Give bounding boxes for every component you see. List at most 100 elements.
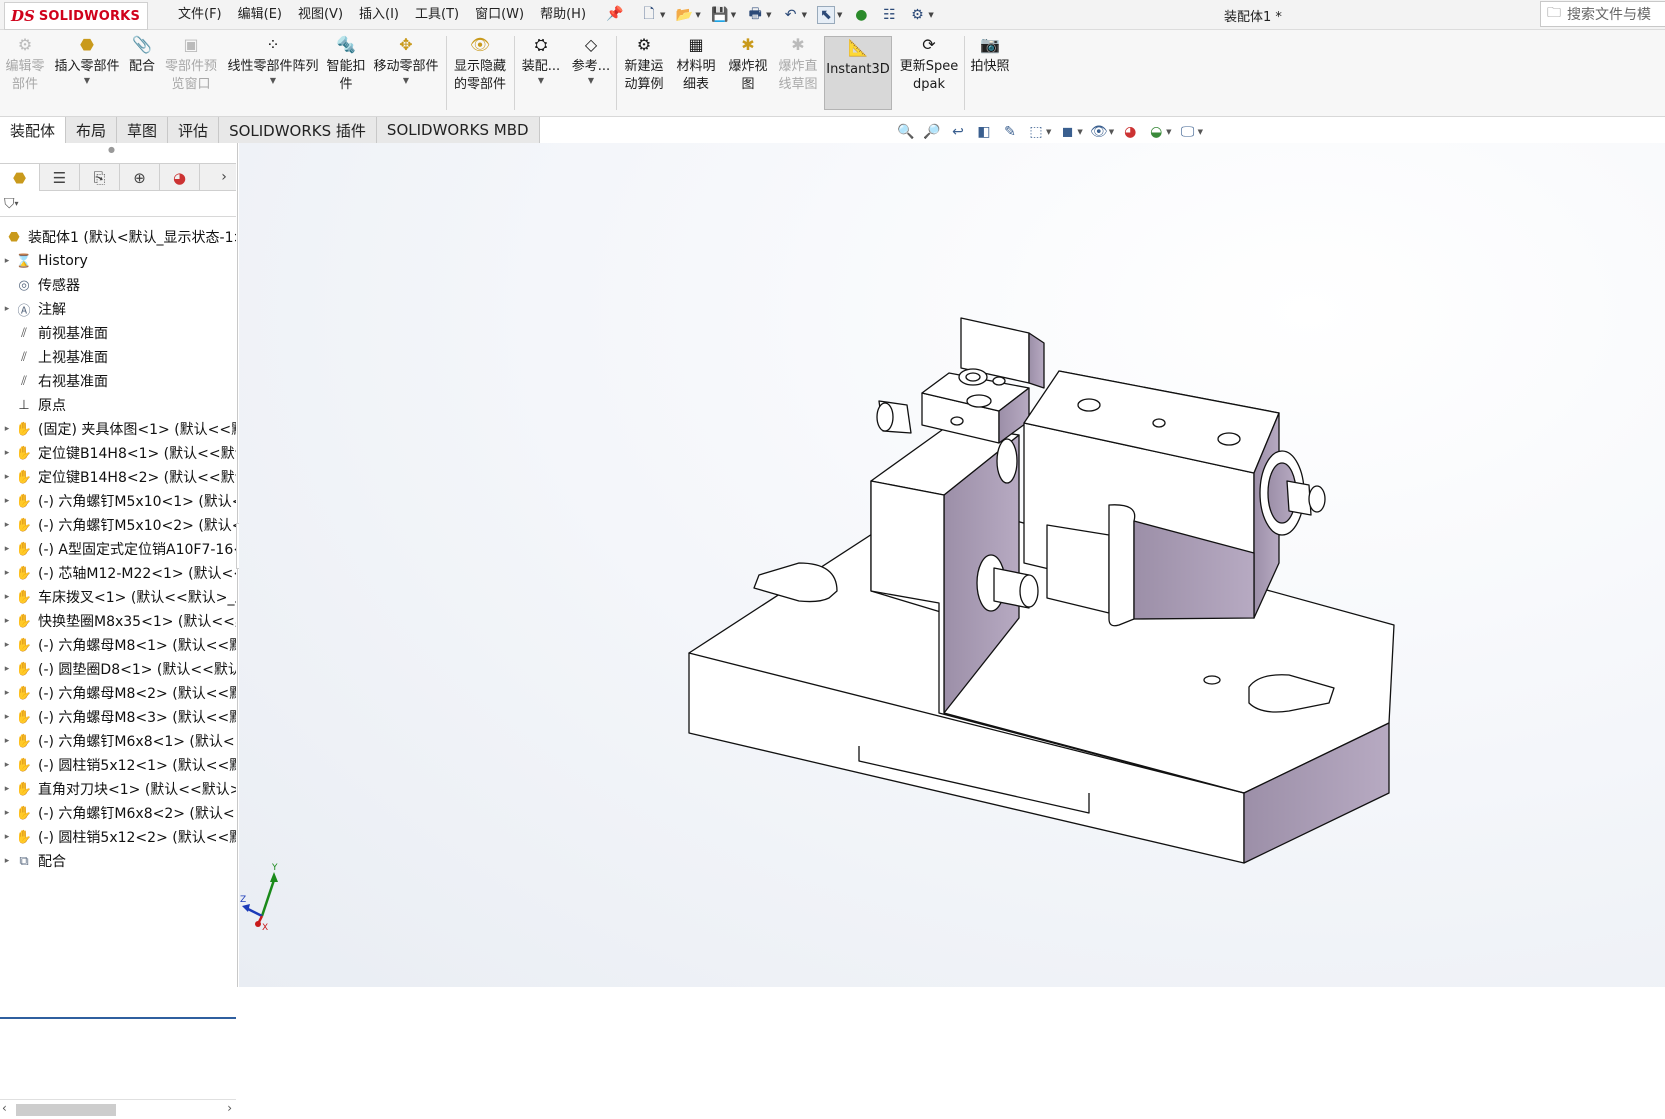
tree-item[interactable]: ▸✋ (-) 六角螺钉M6x8<1> (默认<<默认>_显示状态 1>)	[0, 729, 236, 753]
tree-filter[interactable]: ⛉ ▾	[0, 191, 236, 217]
tree-item[interactable]: ▸✋ (-) 圆柱销5x12<1> (默认<<默认>_显示状态 1>)	[0, 753, 236, 777]
print-icon[interactable]: 🖶	[746, 6, 764, 24]
dimxpert-tab-icon[interactable]: ⊕	[120, 164, 160, 191]
snapshot-button[interactable]: 📷 拍快照	[968, 34, 1012, 112]
expand-arrow-icon[interactable]: ▸	[0, 784, 14, 794]
linear-pattern-button[interactable]: ⁘ 线性零部件阵列 ▼	[224, 34, 322, 112]
tree-item[interactable]: ▸✋ 定位键B14H8<2> (默认<<默认>_显示状态 1>)	[0, 465, 236, 489]
tab-assembly[interactable]: 装配体	[0, 117, 67, 143]
tab-addins[interactable]: SOLIDWORKS 插件	[219, 117, 377, 143]
tree-item[interactable]: ▸✋ 直角对刀块<1> (默认<<默认>_显示状态 1>)	[0, 777, 236, 801]
smart-fastener-button[interactable]: 🔩 智能扣件	[326, 34, 366, 112]
tree-item[interactable]: ▸✋ 快换垫圈M8x35<1> (默认<<默认>_显示状态 1>)	[0, 609, 236, 633]
exploded-view-button[interactable]: ✱ 爆炸视图	[724, 34, 772, 112]
chevron-down-icon[interactable]: ▼	[1166, 128, 1171, 136]
select-icon[interactable]: ⬉	[816, 6, 835, 24]
scroll-left-icon[interactable]: ‹	[2, 1101, 7, 1115]
preview-window-button[interactable]: ▣ 零部件预览窗口	[162, 34, 220, 112]
tree-item[interactable]: ▸✋ 定位键B14H8<1> (默认<<默认>_显示状态 1>)	[0, 441, 236, 465]
tree-item[interactable]: ▸✋ (-) 六角螺母M8<2> (默认<<默认>_显示状态 1>)	[0, 681, 236, 705]
chevron-down-icon[interactable]: ▼	[837, 11, 842, 19]
tree-item[interactable]: ▸✋ (-) 圆垫圈D8<1> (默认<<默认>_显示状态 1>)	[0, 657, 236, 681]
tree-item[interactable]: ▸✋ (-) 六角螺母M8<3> (默认<<默认>_显示状态 1>)	[0, 705, 236, 729]
displaymanager-tab-icon[interactable]: ◕	[160, 164, 200, 191]
panel-grip[interactable]: ●	[108, 145, 115, 154]
menu-window[interactable]: 窗口(W)	[467, 5, 532, 25]
chevron-down-icon[interactable]: ▼	[270, 76, 276, 86]
zoom-to-area-icon[interactable]: 🔎	[922, 122, 942, 142]
pin-icon[interactable]: 📌	[606, 6, 623, 22]
scroll-right-icon[interactable]: ›	[227, 1101, 232, 1115]
expand-arrow-icon[interactable]: ▸	[0, 712, 14, 722]
save-icon[interactable]: 💾	[711, 6, 729, 24]
chevron-down-icon[interactable]: ▼	[928, 11, 933, 19]
expand-arrow-icon[interactable]: ▸	[0, 304, 14, 314]
expand-arrow-icon[interactable]: ▸	[0, 736, 14, 746]
assembly-model[interactable]	[239, 143, 1665, 987]
chevron-down-icon[interactable]: ▼	[766, 11, 771, 19]
chevron-down-icon[interactable]: ▼	[660, 11, 665, 19]
expand-arrow-icon[interactable]: ▸	[0, 448, 14, 458]
tree-item[interactable]: ▸✋ (-) 六角螺钉M5x10<1> (默认<<默认>_显示状态 1>)	[0, 489, 236, 513]
search-box[interactable]: 🗀 搜索文件与模	[1540, 1, 1665, 27]
tree-item[interactable]: ▸✋ (-) 六角螺母M8<1> (默认<<默认>_显示状态 1>)	[0, 633, 236, 657]
expand-arrow-icon[interactable]: ▸	[0, 568, 14, 578]
assembly-features-button[interactable]: ⛭ 装配... ▼	[518, 34, 564, 112]
graphics-area[interactable]	[239, 143, 1665, 987]
tree-item[interactable]: ▸✋ 车床拨叉<1> (默认<<默认>_显示状态 1>)	[0, 585, 236, 609]
tree-root-assembly[interactable]: ⬣ 装配体1 (默认<默认_显示状态-1>)	[0, 225, 236, 249]
tab-sketch[interactable]: 草图	[117, 117, 169, 143]
menu-tools[interactable]: 工具(T)	[407, 5, 467, 25]
menu-help[interactable]: 帮助(H)	[532, 5, 594, 25]
view-orientation-icon[interactable]: ⬚	[1026, 122, 1046, 142]
edit-part-button[interactable]: ⚙ 编辑零部件	[2, 34, 48, 112]
chevron-down-icon[interactable]: ▼	[403, 76, 409, 86]
expand-arrow-icon[interactable]: ▸	[0, 424, 14, 434]
move-part-button[interactable]: ✥ 移动零部件 ▼	[370, 34, 442, 112]
menu-insert[interactable]: 插入(I)	[351, 5, 407, 25]
tab-mbd[interactable]: SOLIDWORKS MBD	[376, 117, 540, 143]
expand-arrow-icon[interactable]: ▸	[0, 520, 14, 530]
expand-arrow-icon[interactable]: ▸	[0, 544, 14, 554]
new-file-icon[interactable]: 🗋	[640, 6, 658, 24]
chevron-down-icon[interactable]: ▼	[1046, 128, 1051, 136]
show-hidden-button[interactable]: 👁 显示隐藏的零部件	[450, 34, 510, 112]
chevron-right-icon[interactable]: ›	[212, 164, 236, 190]
apply-scene-icon[interactable]: ◒	[1146, 122, 1166, 142]
expand-arrow-icon[interactable]: ▸	[0, 808, 14, 818]
tree-item[interactable]: ◎ 传感器	[0, 273, 236, 297]
propertymanager-tab-icon[interactable]: ☰	[40, 164, 80, 191]
chevron-down-icon[interactable]: ▼	[588, 76, 594, 86]
expand-arrow-icon[interactable]: ▸	[0, 688, 14, 698]
insert-part-button[interactable]: ⬣ 插入零部件 ▼	[52, 34, 122, 112]
expand-arrow-icon[interactable]: ▸	[0, 760, 14, 770]
tree-item[interactable]: ▸ ⌛ History	[0, 249, 236, 273]
expand-arrow-icon[interactable]: ▸	[0, 472, 14, 482]
tree-item[interactable]: ▸✋ (固定) 夹具体图<1> (默认<<默认>_显示状态 1>)	[0, 417, 236, 441]
instant3d-button[interactable]: 📐 Instant3D	[824, 36, 892, 110]
explode-line-sketch-button[interactable]: ✱ 爆炸直线草图	[774, 34, 822, 112]
horizontal-scrollbar[interactable]: ‹ ›	[0, 1099, 236, 1119]
featuremanager-tab-icon[interactable]: ⬣	[0, 164, 40, 191]
zoom-to-fit-icon[interactable]: 🔍	[896, 122, 916, 142]
tree-item[interactable]: ▸ ⧉ 配合	[0, 849, 236, 873]
expand-arrow-icon[interactable]: ▸	[0, 664, 14, 674]
tree-item[interactable]: ⫽ 右视基准面	[0, 369, 236, 393]
tree-item[interactable]: ▸✋ (-) A型固定式定位销A10F7-16<1>	[0, 537, 236, 561]
expand-arrow-icon[interactable]: ▸	[0, 496, 14, 506]
chevron-down-icon[interactable]: ▼	[1109, 128, 1114, 136]
mate-button[interactable]: 📎 配合	[126, 34, 158, 112]
file-properties-icon[interactable]: ☷	[880, 6, 898, 24]
view-settings-icon[interactable]: 🖵	[1178, 122, 1198, 142]
reference-geometry-button[interactable]: ◇ 参考... ▼	[568, 34, 614, 112]
open-file-icon[interactable]: 📂	[675, 6, 693, 24]
chevron-down-icon[interactable]: ▼	[1198, 128, 1203, 136]
tree-item[interactable]: ▸ Ⓐ 注解	[0, 297, 236, 321]
chevron-down-icon[interactable]: ▼	[538, 76, 544, 86]
scroll-thumb[interactable]	[16, 1104, 116, 1116]
expand-arrow-icon[interactable]: ▸	[0, 856, 14, 866]
solidworks-logo[interactable]: DS SOLIDWORKS	[4, 2, 148, 30]
bom-button[interactable]: ▦ 材料明细表	[672, 34, 720, 112]
tree-item[interactable]: ⫽ 上视基准面	[0, 345, 236, 369]
configurationmanager-tab-icon[interactable]: ⎘	[80, 164, 120, 191]
